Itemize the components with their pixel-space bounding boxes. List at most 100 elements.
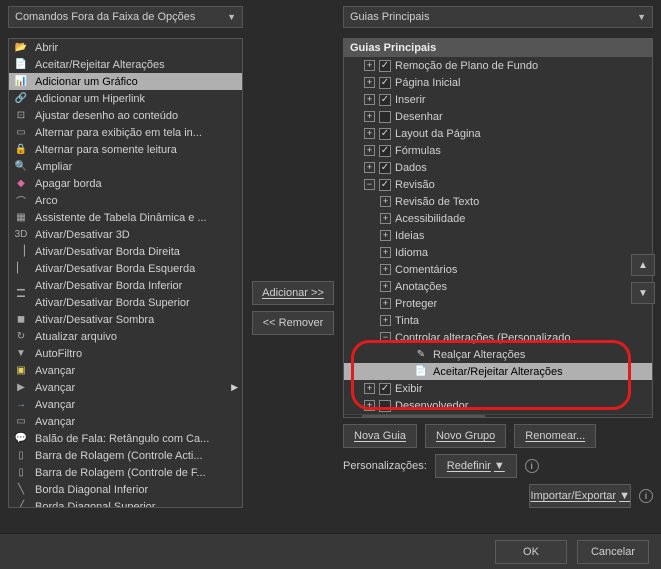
command-item[interactable]: ▣Avançar <box>9 362 242 379</box>
info-icon[interactable]: i <box>639 489 653 503</box>
rename-button[interactable]: Renomear... <box>514 424 596 448</box>
expand-icon[interactable]: + <box>364 94 375 105</box>
expand-icon[interactable]: + <box>364 111 375 122</box>
command-item[interactable]: 📊Adicionar um Gráfico <box>9 73 242 90</box>
expand-icon[interactable]: + <box>364 60 375 71</box>
expand-icon[interactable]: + <box>380 230 391 241</box>
tree-node[interactable]: −Revisão <box>344 176 652 193</box>
tree-item-icon: ✎ <box>413 347 429 363</box>
command-item[interactable]: ▯Barra de Rolagem (Controle Acti... <box>9 447 242 464</box>
new-group-button[interactable]: Novo Grupo <box>425 424 506 448</box>
move-down-button[interactable]: ▼ <box>631 282 655 304</box>
tree-node[interactable]: −Controlar alterações (Personalizado <box>344 329 652 346</box>
checkbox[interactable] <box>379 60 391 72</box>
expand-icon[interactable]: + <box>380 247 391 258</box>
command-item[interactable]: ◼Ativar/Desativar Sombra <box>9 311 242 328</box>
command-item[interactable]: 🔗Adicionar um Hiperlink <box>9 90 242 107</box>
expand-icon[interactable]: + <box>380 264 391 275</box>
tree-node[interactable]: +Layout da Página <box>344 125 652 142</box>
tree-node[interactable]: +Proteger <box>344 295 652 312</box>
checkbox[interactable] <box>379 145 391 157</box>
command-label: Avançar <box>35 416 75 428</box>
expand-icon[interactable]: + <box>380 281 391 292</box>
command-item[interactable]: ↻Atualizar arquivo <box>9 328 242 345</box>
checkbox[interactable] <box>379 400 391 412</box>
command-item[interactable]: ▼AutoFiltro <box>9 345 242 362</box>
command-item[interactable]: 📂Abrir <box>9 39 242 56</box>
tree-node[interactable]: 📄Aceitar/Rejeitar Alterações <box>344 363 652 380</box>
command-item[interactable]: ▕Ativar/Desativar Borda Direita <box>9 243 242 260</box>
collapse-icon[interactable]: − <box>364 179 375 190</box>
expand-icon[interactable]: + <box>364 400 375 411</box>
tree-node[interactable]: +Página Inicial <box>344 74 652 91</box>
command-item[interactable]: ▶Avançar▶ <box>9 379 242 396</box>
command-item[interactable]: 3DAtivar/Desativar 3D <box>9 226 242 243</box>
command-item[interactable]: ◆Apagar borda <box>9 175 242 192</box>
expand-icon[interactable]: + <box>380 213 391 224</box>
commands-source-dropdown[interactable]: Comandos Fora da Faixa de Opções ▼ <box>8 6 243 28</box>
tree-node[interactable]: + Inserir <box>344 91 652 108</box>
checkbox[interactable] <box>379 111 391 123</box>
expand-icon[interactable]: + <box>380 196 391 207</box>
add-button[interactable]: Adicionar >> <box>252 281 334 305</box>
import-export-dropdown-button[interactable]: Importar/Exportar ▼ <box>529 484 631 508</box>
command-item[interactable]: →Avançar <box>9 396 242 413</box>
expand-icon[interactable]: + <box>364 128 375 139</box>
tree-node[interactable]: +Ideias <box>344 227 652 244</box>
tree-node[interactable]: +Dados <box>344 159 652 176</box>
horizontal-scrollbar[interactable]: ◀▶ <box>344 414 652 418</box>
info-icon[interactable]: i <box>525 459 539 473</box>
command-item[interactable]: 🔍Ampliar <box>9 158 242 175</box>
tree-node[interactable]: +Desenhar <box>344 108 652 125</box>
tree-node[interactable]: +Remoção de Plano de Fundo <box>344 57 652 74</box>
checkbox[interactable] <box>379 128 391 140</box>
checkbox[interactable] <box>379 77 391 89</box>
tree-node[interactable]: +Acessibilidade <box>344 210 652 227</box>
checkbox[interactable] <box>379 383 391 395</box>
command-item[interactable]: ▦Assistente de Tabela Dinâmica e ... <box>9 209 242 226</box>
tree-node-label: Inserir <box>395 94 426 106</box>
command-item[interactable]: 📄Aceitar/Rejeitar Alterações <box>9 56 242 73</box>
checkbox[interactable] <box>379 94 391 106</box>
expand-icon[interactable]: + <box>364 77 375 88</box>
command-item[interactable]: ▁Ativar/Desativar Borda Inferior <box>9 277 242 294</box>
tabs-tree[interactable]: Guias Principais +Remoção de Plano de Fu… <box>343 38 653 418</box>
command-icon: ╲ <box>13 482 29 498</box>
expand-icon[interactable]: + <box>364 162 375 173</box>
command-item[interactable]: ⌒Arco <box>9 192 242 209</box>
command-item[interactable]: 🔒Alternar para somente leitura <box>9 141 242 158</box>
command-item[interactable]: ▯Barra de Rolagem (Controle de F... <box>9 464 242 481</box>
tree-node[interactable]: +Desenvolvedor <box>344 397 652 414</box>
expand-icon[interactable]: + <box>364 383 375 394</box>
checkbox[interactable] <box>379 162 391 174</box>
expand-icon[interactable]: + <box>380 315 391 326</box>
command-item[interactable]: ╱Borda Diagonal Superior <box>9 498 242 507</box>
collapse-icon[interactable]: − <box>380 332 391 343</box>
tree-node[interactable]: +Fórmulas <box>344 142 652 159</box>
tree-node[interactable]: +Tinta <box>344 312 652 329</box>
command-item[interactable]: ╲Borda Diagonal Inferior <box>9 481 242 498</box>
ok-button[interactable]: OK <box>495 540 567 564</box>
command-item[interactable]: ⊡Ajustar desenho ao conteúdo <box>9 107 242 124</box>
tree-node[interactable]: +Comentários <box>344 261 652 278</box>
tree-node[interactable]: +Exibir <box>344 380 652 397</box>
checkbox[interactable] <box>379 179 391 191</box>
new-tab-button[interactable]: Nova Guia <box>343 424 417 448</box>
command-item[interactable]: 💬Balão de Fala: Retângulo com Ca... <box>9 430 242 447</box>
command-item[interactable]: ▔Ativar/Desativar Borda Superior <box>9 294 242 311</box>
tree-node[interactable]: ✎Realçar Alterações <box>344 346 652 363</box>
commands-listbox[interactable]: 📂Abrir📄Aceitar/Rejeitar Alterações📊Adici… <box>8 38 243 508</box>
reset-dropdown-button[interactable]: Redefinir ▼ <box>435 454 517 478</box>
move-up-button[interactable]: ▲ <box>631 254 655 276</box>
command-item[interactable]: ▭Alternar para exibição em tela in... <box>9 124 242 141</box>
tree-node[interactable]: +Revisão de Texto <box>344 193 652 210</box>
expand-icon[interactable]: + <box>364 145 375 156</box>
cancel-button[interactable]: Cancelar <box>577 540 649 564</box>
command-item[interactable]: ▏Ativar/Desativar Borda Esquerda <box>9 260 242 277</box>
tabs-target-dropdown[interactable]: Guias Principais ▼ <box>343 6 653 28</box>
tree-node[interactable]: +Idioma <box>344 244 652 261</box>
command-item[interactable]: ▭Avançar <box>9 413 242 430</box>
remove-button[interactable]: << Remover <box>252 311 334 335</box>
expand-icon[interactable]: + <box>380 298 391 309</box>
tree-node[interactable]: +Anotações <box>344 278 652 295</box>
